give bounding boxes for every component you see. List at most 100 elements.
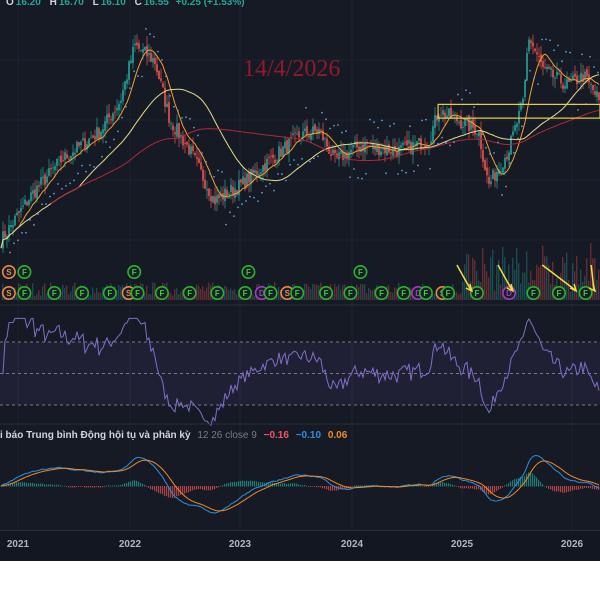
candle-body [494,172,496,181]
sar-dot [177,109,179,112]
macd-hist-bar [574,486,576,490]
sar-dot [345,130,347,132]
signal-marker-F: F [343,285,358,300]
sar-dot [305,106,307,109]
macd-hist-bar [82,486,84,487]
macd-hist-bar [114,485,116,487]
macd-hist-bar [86,486,88,488]
sar-dot [293,159,295,161]
signal-letter: F [348,289,353,298]
candle-body [172,125,174,131]
stock-chart[interactable]: SFFFFSFFFFSFFFFFDFSFFFFFDFSFFDFFF O16.20… [0,0,600,561]
macd-hist-bar [452,484,454,487]
candle-body [52,167,54,169]
macd-hist-bar [536,477,538,487]
volume-bar [494,290,496,300]
time-axis[interactable]: 2021 2022 2023 2024 2025 2026 [0,530,600,561]
sar-dot [29,218,31,221]
macd-hist-bar [468,486,470,489]
sar-dot [269,182,271,185]
candle-body [12,225,14,228]
volume-bar [40,295,42,300]
candle-body [534,48,536,51]
candle-body [132,46,134,63]
sar-dot [505,185,507,188]
candle-body [392,147,394,156]
volume-bar [198,285,200,300]
x-tick: 2026 [560,539,584,550]
sar-dot [45,203,47,205]
sar-dot [169,94,171,97]
macd-hist-bar [256,481,258,487]
macd-hist-bar [250,480,252,487]
candle-body [92,135,94,138]
volume-bar [546,256,548,300]
volume-bar [16,292,18,300]
candle-body [276,160,278,162]
volume-bar [516,248,518,300]
sar-dot [281,173,283,175]
macd-hist-bar [252,480,254,487]
hist-value: 0.06 [327,430,348,441]
macd-hist-bar [448,483,450,487]
macd-hist-bar [88,486,90,488]
open-value: 16.20 [15,0,41,8]
candle-body [144,46,146,51]
candle-body [120,100,122,104]
candle-body [48,167,50,176]
sar-dot [21,232,23,234]
candle-body [134,43,136,46]
volume-bar [314,284,316,300]
volume-bar [366,293,368,300]
macd-hist-bar [54,484,56,487]
sar-dot [109,146,111,149]
volume-bar [46,293,48,300]
macd-hist-bar [84,486,86,488]
volume-bar [228,289,230,300]
sar-dot [113,138,115,141]
sar-dot [173,105,175,108]
signal-marker-F: F [182,285,197,300]
volume-bar [334,284,336,300]
macd-hist-bar [134,480,136,487]
volume-bar [68,294,70,300]
candle-body [250,169,252,184]
volume-bar [490,257,492,300]
volume-bar [594,258,596,300]
macd-hist-bar [330,486,332,491]
candle-body [558,72,560,74]
candle-body [402,143,404,146]
candle-body [482,150,484,162]
candle-body [592,84,594,91]
open-label: O [6,0,14,8]
volume-bar [208,282,210,300]
sar-dot [397,173,399,175]
candle-body [386,145,388,156]
signal-marker-S: S [1,264,16,279]
sar-dot [501,194,503,196]
sar-dot [9,251,11,254]
candle-body [350,149,352,153]
signal-marker-F: F [238,285,253,300]
macd-hist-bar [186,486,188,493]
volume-bar [576,255,578,300]
candle-body [34,189,36,198]
candle-body [66,154,68,159]
candle-body [308,135,310,138]
macd-hist-bar [222,485,224,487]
candle-body [10,225,12,227]
candle-body [210,196,212,202]
sar-dot [557,44,559,47]
candle-body [214,196,216,205]
signal-letter: F [423,289,428,298]
candle-body [196,157,198,160]
macd-hist-bar [58,484,60,487]
sar-dot [217,169,219,172]
macd-hist-bar [238,481,240,487]
macd-hist-bar [196,486,198,490]
sar-dot [61,187,63,190]
signal-letter: F [446,289,451,298]
signal-marker-F: F [241,264,256,279]
volume-bar [390,291,392,300]
candle-body [204,179,206,189]
